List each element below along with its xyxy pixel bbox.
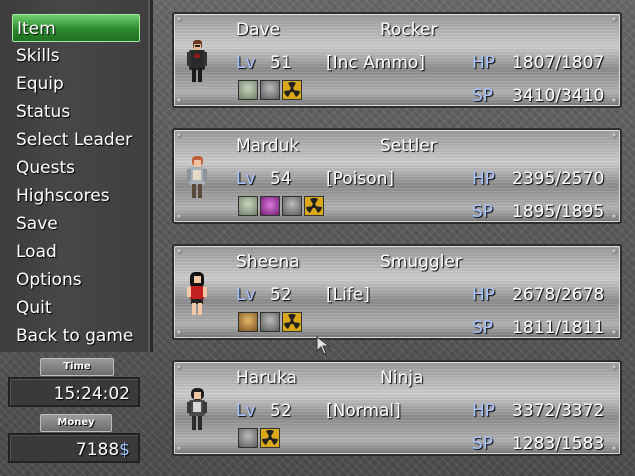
sp-value: 1811/1811	[512, 318, 605, 338]
menu-item-equip[interactable]: Equip	[12, 70, 140, 98]
level-value: 51	[270, 53, 292, 73]
character-name: Dave	[236, 20, 281, 40]
character-sprite-dave	[187, 40, 207, 82]
hp-value: 2395/2570	[512, 169, 605, 189]
menu-item-item[interactable]: Item	[12, 14, 140, 42]
rivet	[177, 446, 182, 451]
ammo-type: [Normal]	[326, 401, 401, 421]
rivet	[612, 98, 617, 103]
money-box: 7188$	[8, 433, 140, 463]
menu-item-load[interactable]: Load	[12, 238, 140, 266]
grey-status-icon	[282, 196, 302, 216]
rivet	[177, 365, 182, 370]
rivet	[612, 330, 617, 335]
menu-item-skills[interactable]: Skills	[12, 42, 140, 70]
hp-value: 1807/1807	[512, 53, 605, 73]
radiation-icon	[282, 312, 302, 332]
menu-item-options[interactable]: Options	[12, 266, 140, 294]
bronze-status-icon	[238, 312, 258, 332]
radiation-icon	[282, 80, 302, 100]
level-label: Lv	[236, 285, 256, 305]
character-class: Smuggler	[380, 252, 462, 272]
hp-value: 2678/2678	[512, 285, 605, 305]
grey-status-icon	[238, 428, 258, 448]
ammo-type: [Life]	[326, 285, 370, 305]
menu-item-save[interactable]: Save	[12, 210, 140, 238]
character-sprite-marduk	[187, 156, 207, 198]
sp-label: SP	[472, 318, 494, 338]
radiation-icon	[260, 428, 280, 448]
sp-value: 1283/1583	[512, 434, 605, 454]
currency-symbol: $	[119, 440, 130, 460]
rivet	[177, 214, 182, 219]
grey-status-icon	[260, 312, 280, 332]
menu-item-back-to-game[interactable]: Back to game	[12, 322, 140, 350]
green-status-icon	[238, 80, 258, 100]
level-label: Lv	[236, 401, 256, 421]
character-name: Sheena	[236, 252, 300, 272]
sp-label: SP	[472, 434, 494, 454]
sp-value: 1895/1895	[512, 202, 605, 222]
menu-item-select-leader[interactable]: Select Leader	[12, 126, 140, 154]
party-member-card[interactable]: Sheena Smuggler Lv 52 [Life] HP 2678/267…	[172, 244, 622, 340]
hp-label: HP	[472, 53, 496, 73]
character-class: Settler	[380, 136, 437, 156]
mouse-cursor-icon	[316, 336, 331, 355]
sp-label: SP	[472, 202, 494, 222]
character-name: Haruka	[236, 368, 297, 388]
rivet	[612, 249, 617, 254]
hp-label: HP	[472, 401, 496, 421]
ammo-type: [Poison]	[326, 169, 395, 189]
rivet	[612, 133, 617, 138]
hp-label: HP	[472, 169, 496, 189]
character-sprite-haruka	[187, 388, 207, 430]
menu-item-quit[interactable]: Quit	[12, 294, 140, 322]
radiation-icon	[304, 196, 324, 216]
menu-item-status[interactable]: Status	[12, 98, 140, 126]
menu-item-quests[interactable]: Quests	[12, 154, 140, 182]
rivet	[612, 214, 617, 219]
rivet	[612, 365, 617, 370]
level-value: 52	[270, 401, 292, 421]
rivet	[177, 98, 182, 103]
menu-item-highscores[interactable]: Highscores	[12, 182, 140, 210]
rivet	[177, 330, 182, 335]
sp-value: 3410/3410	[512, 86, 605, 106]
rivet	[612, 446, 617, 451]
level-label: Lv	[236, 169, 256, 189]
party-member-card[interactable]: Haruka Ninja Lv 52 [Normal] HP 3372/3372…	[172, 360, 622, 456]
rivet	[612, 17, 617, 22]
main-menu: Item Skills Equip Status Select Leader Q…	[0, 0, 153, 352]
level-label: Lv	[236, 53, 256, 73]
character-class: Ninja	[380, 368, 424, 388]
time-elapsed-label: Time elapsed	[40, 358, 114, 388]
character-sprite-sheena	[187, 272, 207, 315]
rivet	[177, 249, 182, 254]
level-value: 54	[270, 169, 292, 189]
rivet	[177, 17, 182, 22]
character-class: Rocker	[380, 20, 438, 40]
party-member-card[interactable]: Dave Rocker Lv 51 [Inc Ammo] HP 1807/180…	[172, 12, 622, 108]
hp-value: 3372/3372	[512, 401, 605, 421]
party-member-card[interactable]: Marduk Settler Lv 54 [Poison] HP 2395/25…	[172, 128, 622, 224]
sp-label: SP	[472, 86, 494, 106]
green-status-icon	[238, 196, 258, 216]
money-label: Money	[40, 414, 112, 432]
hp-label: HP	[472, 285, 496, 305]
money-value: 7188	[75, 440, 120, 460]
purple-status-icon	[260, 196, 280, 216]
time-elapsed-value: 15:24:02	[8, 377, 140, 407]
character-name: Marduk	[236, 136, 300, 156]
level-value: 52	[270, 285, 292, 305]
rivet	[177, 133, 182, 138]
grey-status-icon	[260, 80, 280, 100]
ammo-type: [Inc Ammo]	[326, 53, 425, 73]
